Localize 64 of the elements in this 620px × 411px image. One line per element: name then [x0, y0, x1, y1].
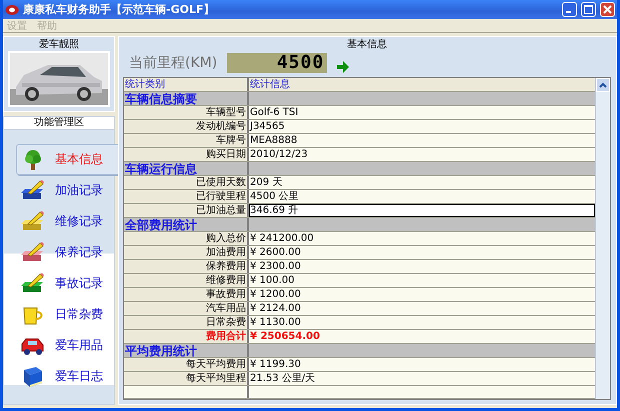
odometer-label: 当前里程(KM) [129, 54, 218, 72]
table-cell: 汽车用品 [124, 302, 249, 315]
table-cell: 已加油总量 [124, 204, 249, 217]
nav-item[interactable]: 保养记录 [16, 237, 120, 268]
table-cell: ¥ 1199.30 [249, 358, 595, 371]
maximize-icon [582, 3, 595, 16]
table-cell: 2010/12/23 [249, 148, 595, 161]
column-header[interactable]: 统计信息 [249, 78, 595, 91]
odometer-display: 4500 [227, 53, 328, 73]
table-cell: 购买日期 [124, 148, 249, 161]
table-cell: ¥ 1130.00 [249, 316, 595, 329]
table-cell: 每天平均费用 [124, 358, 249, 371]
table-cell: 车牌号 [124, 134, 249, 147]
table-cell: 维修费用 [124, 274, 249, 287]
table-cell: 209 天 [249, 176, 595, 189]
table-cell: 保养费用 [124, 260, 249, 273]
minimize-button[interactable] [562, 2, 577, 17]
table-cell: ¥ 2124.00 [249, 302, 595, 315]
app-icon [5, 4, 19, 16]
pencil-pad-icon [21, 210, 45, 232]
pencil-pad-icon [21, 242, 45, 264]
table-cell: 日常杂费 [124, 316, 249, 329]
table-cell: 已行驶里程 [124, 190, 249, 203]
nav-item[interactable]: 爱车用品 [16, 330, 120, 361]
close-icon [601, 3, 614, 16]
table-cell: ¥ 241200.00 [249, 232, 595, 245]
table-cell: MEA8888 [249, 134, 595, 147]
pencil-pad-icon [21, 272, 45, 294]
arrow-icon[interactable] [337, 61, 350, 73]
minimize-icon [566, 11, 571, 13]
nav-item[interactable]: 加油记录 [16, 175, 120, 206]
table-cell: 车辆型号 [124, 106, 249, 119]
scroll-up-button[interactable] [596, 78, 610, 92]
table-cell: 发动机编号 [124, 120, 249, 133]
table-cell: 购入总价 [124, 232, 249, 245]
nav-item[interactable]: 日常杂费 [16, 299, 120, 330]
table-cell: 费用合计 [124, 330, 249, 343]
book-icon [21, 366, 45, 388]
table-cell: 每天平均里程 [124, 372, 249, 385]
table-cell: 4500 公里 [249, 190, 595, 203]
table-cell: Golf-6 TSI [249, 106, 595, 119]
scrollbar[interactable] [595, 78, 610, 399]
table-cell: ¥ 2300.00 [249, 260, 595, 273]
nav-item[interactable]: 基本信息 [16, 144, 120, 175]
panel-title: 功能管理区 [34, 117, 84, 128]
table-cell: ¥ 250654.00 [249, 330, 595, 343]
table-cell: ¥ 2600.00 [249, 246, 595, 259]
table-cell: 已使用天数 [124, 176, 249, 189]
maximize-button[interactable] [581, 2, 596, 17]
table-cell: 21.53 公里/天 [249, 372, 595, 385]
section-title: 基本信息 [347, 39, 387, 50]
table-cell: J34565 [249, 120, 595, 133]
table-cell: 346.69 升 [249, 204, 595, 217]
pencil-pad-icon [21, 180, 45, 202]
close-button[interactable] [600, 2, 615, 17]
nav-item[interactable]: 爱车日志 [16, 361, 120, 392]
table-cell: ¥ 1200.00 [249, 288, 595, 301]
table-cell: 事故费用 [124, 288, 249, 301]
panel-title: 爱车靓照 [39, 39, 79, 51]
table-cell: ¥ 100.00 [249, 274, 595, 287]
window-title: 康康私车财务助手【示范车辆-GOLF】 [23, 2, 216, 17]
nav-item[interactable]: 维修记录 [16, 206, 120, 237]
nav-item[interactable]: 事故记录 [16, 268, 120, 299]
table-cell: 加油费用 [124, 246, 249, 259]
